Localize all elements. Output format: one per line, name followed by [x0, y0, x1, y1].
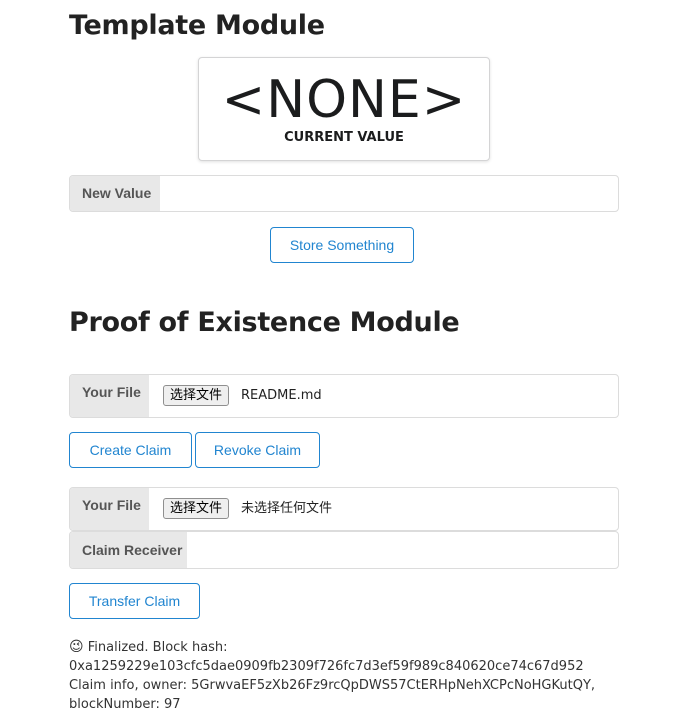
block-hash-text: 0xa1259229e103cfc5dae0909fb2309f726fc7d3…	[69, 659, 584, 674]
status-finalized-text: Finalized. Block hash:	[87, 640, 228, 655]
claim-receiver-input[interactable]	[187, 532, 618, 568]
current-value-card: <NONE> CURRENT VALUE	[198, 57, 490, 161]
claim-file-field-group: Your File 选择文件 README.md	[69, 374, 619, 418]
store-something-button[interactable]: Store Something	[270, 227, 414, 263]
claim-file-input: 选择文件 README.md	[149, 375, 618, 417]
claim-receiver-label: Claim Receiver	[70, 532, 187, 568]
selected-file-name: README.md	[241, 388, 322, 403]
claim-owner-text: Claim info, owner: 5GrwvaEF5zXb26Fz9rcQp…	[69, 678, 596, 693]
transaction-status: 😉 Finalized. Block hash: 0xa1259229e103c…	[69, 638, 669, 714]
current-value-label: CURRENT VALUE	[284, 130, 404, 145]
poe-module-title: Proof of Existence Module	[69, 307, 460, 338]
new-value-field-group: New Value	[69, 175, 619, 212]
your-file-label: Your File	[70, 488, 149, 530]
revoke-claim-button[interactable]: Revoke Claim	[195, 432, 320, 468]
current-value: <NONE>	[221, 70, 467, 130]
transfer-file-field-group: Your File 选择文件 未选择任何文件	[69, 487, 619, 531]
create-claim-button[interactable]: Create Claim	[69, 432, 192, 468]
block-number-text: blockNumber: 97	[69, 697, 181, 712]
choose-file-button[interactable]: 选择文件	[163, 498, 230, 519]
your-file-label: Your File	[70, 375, 149, 417]
transfer-file-input: 选择文件 未选择任何文件	[149, 488, 618, 530]
no-file-selected-text: 未选择任何文件	[241, 501, 333, 516]
template-module-title: Template Module	[69, 10, 325, 41]
claim-receiver-field-group: Claim Receiver	[69, 531, 619, 569]
new-value-input[interactable]	[160, 176, 618, 211]
wink-emoji-icon: 😉	[69, 639, 84, 655]
transfer-claim-button[interactable]: Transfer Claim	[69, 583, 200, 619]
new-value-label: New Value	[70, 176, 160, 211]
choose-file-button[interactable]: 选择文件	[163, 385, 230, 406]
